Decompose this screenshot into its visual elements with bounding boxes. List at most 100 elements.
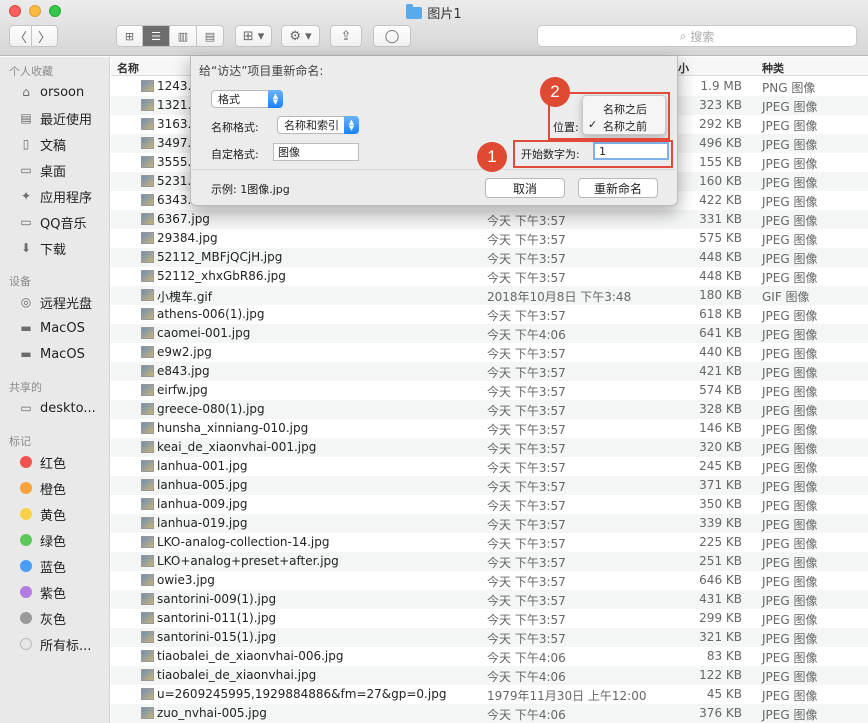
favorites-header: 个人收藏 (9, 65, 53, 78)
table-row[interactable]: santorini-015(1).jpg 今天 下午3:57 321 KB JPEG … (111, 628, 868, 647)
sidebar-item-label: 桌面 (40, 164, 67, 180)
sidebar-item-macos-1[interactable]: ▬ MacOS (18, 318, 85, 338)
table-row[interactable]: greece-080(1).jpg 今天 下午3:57 328 KB JPEG 图像 (111, 400, 868, 419)
table-row[interactable]: caomei-001.jpg 今天 下午4:06 641 KB JPEG 图像 (111, 324, 868, 343)
sidebar-item-orsoon[interactable]: ⌂ orsoon (18, 82, 84, 102)
sidebar-tag-item[interactable]: 红色 (18, 452, 66, 472)
table-row[interactable]: 52112_MBFjQCjH.jpg 今天 下午3:57 448 KB JPEG 图像 (111, 248, 868, 267)
sidebar-item-documents[interactable]: ▯ 文稿 (18, 134, 66, 154)
table-row[interactable]: LKO+analog+preset+after.jpg 今天 下午3:57 251 … (111, 552, 868, 571)
file-name: 52112_MBFjQCjH.jpg (157, 250, 283, 264)
column-name-header[interactable]: 名称 (117, 60, 139, 76)
table-row[interactable]: lanhua-001.jpg 今天 下午3:57 245 KB JPEG 图像 (111, 457, 868, 476)
table-row[interactable]: lanhua-009.jpg 今天 下午3:57 350 KB JPEG 图像 (111, 495, 868, 514)
sidebar-item-qqmusic[interactable]: ▭ QQ音乐 (18, 212, 86, 232)
group-button[interactable]: ⊞ ▾ (235, 25, 272, 47)
table-row[interactable]: lanhua-019.jpg 今天 下午3:57 339 KB JPEG 图像 (111, 514, 868, 533)
sidebar-item-applications[interactable]: ✦ 应用程序 (18, 186, 92, 206)
file-thumbnail-icon (141, 80, 154, 92)
file-size: 180 KB (699, 288, 742, 302)
sidebar-tag-item[interactable]: 灰色 (18, 608, 66, 628)
sidebar-tag-item[interactable]: 绿色 (18, 530, 66, 550)
sidebar-item-remote-disc[interactable]: ◎ 远程光盘 (18, 292, 92, 312)
sidebar-tag-label: 灰色 (40, 612, 67, 628)
file-date: 今天 下午3:57 (487, 214, 566, 228)
sidebar-item-macos-2[interactable]: ▬ MacOS (18, 344, 85, 364)
table-row[interactable]: owie3.jpg 今天 下午3:57 646 KB JPEG 图像 (111, 571, 868, 590)
forward-button[interactable]: 〉 (32, 25, 58, 47)
table-row[interactable]: lanhua-005.jpg 今天 下午3:57 371 KB JPEG 图像 (111, 476, 868, 495)
sidebar-item-downloads[interactable]: ⬇ 下载 (18, 238, 66, 258)
table-row[interactable]: u=2609245995,1929884886&fm=27&gp=0.jpg 19… (111, 685, 868, 704)
table-row[interactable]: keai_de_xiaonvhai-001.jpg 今天 下午3:57 320 KB… (111, 438, 868, 457)
devices-header: 设备 (9, 275, 31, 288)
column-size-header[interactable]: 小 (678, 60, 689, 76)
file-size: 146 KB (699, 421, 742, 435)
table-row[interactable]: tiaobalei_de_xiaonvhai.jpg 今天 下午4:06 122 K… (111, 666, 868, 685)
file-kind: JPEG 图像 (762, 252, 818, 266)
table-row[interactable]: 29384.jpg 今天 下午3:57 575 KB JPEG 图像 (111, 229, 868, 248)
file-name: greece-080(1).jpg (157, 402, 265, 416)
desktop-icon: ▭ (20, 163, 32, 177)
file-name: 6343. (157, 193, 192, 207)
sidebar-tag-item[interactable]: 蓝色 (18, 556, 66, 576)
custom-format-field[interactable]: 图像 (273, 143, 359, 161)
table-row[interactable]: 52112_xhxGbR86.jpg 今天 下午3:57 448 KB JPEG 图像 (111, 267, 868, 286)
sidebar-tag-label: 所有标... (40, 638, 92, 654)
tag-color-icon (20, 508, 32, 520)
table-row[interactable]: hunsha_xinniang-010.jpg 今天 下午3:57 146 KB JP… (111, 419, 868, 438)
sidebar-tag-label: 黄色 (40, 508, 67, 524)
name-format-label: 名称格式: (211, 121, 259, 134)
action-button[interactable]: ⚙ ▾ (281, 25, 320, 47)
sidebar-tag-item[interactable]: 橙色 (18, 478, 66, 498)
list-view-button[interactable]: ☰ (143, 25, 170, 47)
gallery-view-button[interactable]: ▤ (197, 25, 224, 47)
file-size: 350 KB (699, 497, 742, 511)
file-name: e9w2.jpg (157, 345, 212, 359)
file-thumbnail-icon (141, 327, 154, 339)
table-row[interactable]: santorini-009(1).jpg 今天 下午3:57 431 KB JPEG … (111, 590, 868, 609)
file-thumbnail-icon (141, 422, 154, 434)
file-name: santorini-009(1).jpg (157, 592, 277, 606)
file-size: 575 KB (699, 231, 742, 245)
table-row[interactable]: e843.jpg 今天 下午3:57 421 KB JPEG 图像 (111, 362, 868, 381)
table-row[interactable]: e9w2.jpg 今天 下午3:57 440 KB JPEG 图像 (111, 343, 868, 362)
file-name: LKO+analog+preset+after.jpg (157, 554, 339, 568)
table-row[interactable]: 6367.jpg 今天 下午3:57 331 KB JPEG 图像 (111, 210, 868, 229)
search-field[interactable]: ⌕ 搜索 (537, 25, 857, 47)
file-kind: JPEG 图像 (762, 119, 818, 133)
sidebar-item-desktop[interactable]: ▭ 桌面 (18, 160, 66, 180)
file-kind: JPEG 图像 (762, 651, 818, 665)
file-kind: JPEG 图像 (762, 157, 818, 171)
rename-button[interactable]: 重新命名 (578, 178, 658, 198)
tag-color-icon (20, 560, 32, 572)
sidebar-item-desktop-share[interactable]: ▭ deskto... (18, 398, 95, 418)
file-kind: JPEG 图像 (762, 499, 818, 513)
table-row[interactable]: 小槐车.gif 2018年10月8日 下午3:48 180 KB GIF 图像 (111, 286, 868, 305)
cancel-button[interactable]: 取消 (485, 178, 565, 198)
back-button[interactable]: 〈 (9, 25, 32, 47)
table-row[interactable]: santorini-011(1).jpg 今天 下午3:57 299 KB JPEG … (111, 609, 868, 628)
table-row[interactable]: athens-006(1).jpg 今天 下午3:57 618 KB JPEG 图像 (111, 305, 868, 324)
file-date: 今天 下午3:57 (487, 366, 566, 380)
sidebar-tag-item[interactable]: 紫色 (18, 582, 66, 602)
rename-mode-popup[interactable]: 格式 ▲ ▼ (211, 90, 283, 108)
sidebar-item-recents[interactable]: ▤ 最近使用 (18, 108, 92, 128)
table-row[interactable]: LKO-analog-collection-14.jpg 今天 下午3:57 225… (111, 533, 868, 552)
sidebar-tag-item[interactable]: 黄色 (18, 504, 66, 524)
share-button[interactable]: ⇪ (330, 25, 362, 47)
table-row[interactable]: eirfw.jpg 今天 下午3:57 574 KB JPEG 图像 (111, 381, 868, 400)
tag-icon: ◯ (384, 28, 400, 44)
table-row[interactable]: zuo_nvhai-005.jpg 今天 下午4:06 376 KB JPEG 图像 (111, 704, 868, 723)
file-thumbnail-icon (141, 137, 154, 149)
column-view-button[interactable]: ▥ (170, 25, 197, 47)
sidebar-tag-item[interactable]: 所有标... (18, 634, 91, 654)
column-kind-header[interactable]: 种类 (762, 60, 784, 76)
table-row[interactable]: tiaobalei_de_xiaonvhai-006.jpg 今天 下午4:06 8… (111, 647, 868, 666)
tag-button[interactable]: ◯ (373, 25, 411, 47)
icon-view-button[interactable]: ⊞ (116, 25, 143, 47)
name-format-popup[interactable]: 名称和索引 ▲ ▼ (277, 116, 359, 134)
sidebar-tag-label: 橙色 (40, 482, 67, 498)
file-kind: JPEG 图像 (762, 689, 818, 703)
file-kind: JPEG 图像 (762, 195, 818, 209)
